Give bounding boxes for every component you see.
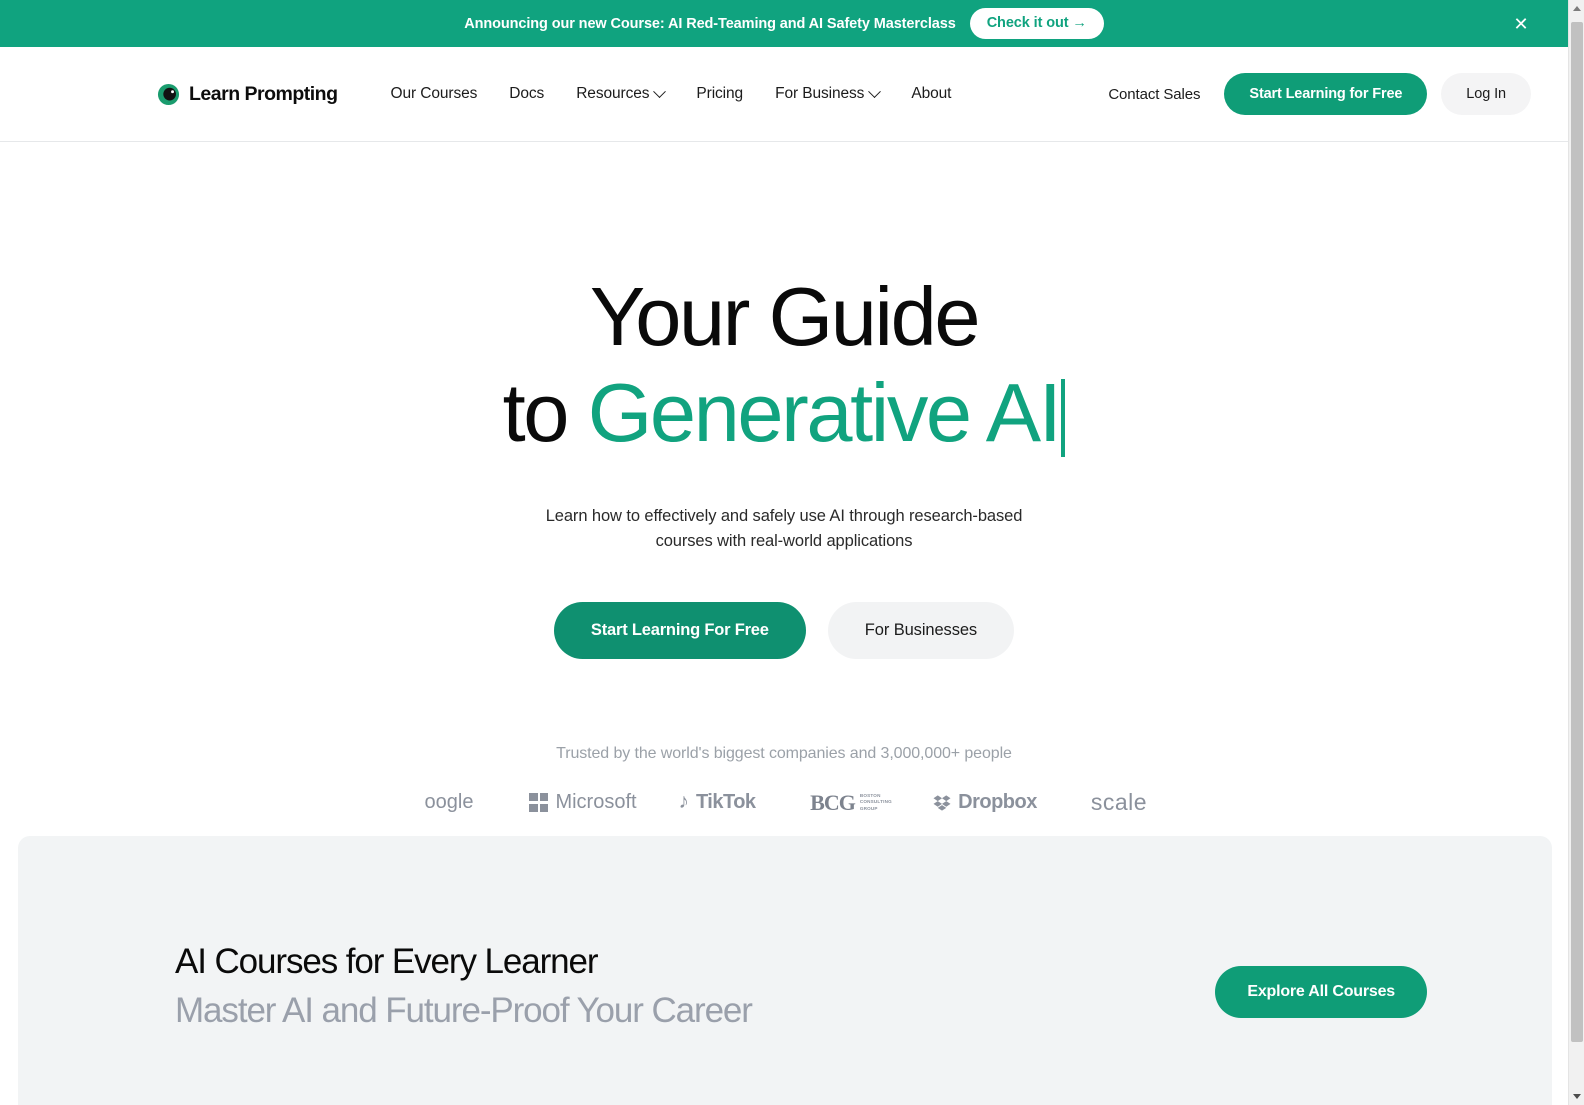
chevron-down-icon <box>653 84 667 98</box>
nav-item-resources[interactable]: Resources <box>560 77 680 111</box>
announcement-banner: Announcing our new Course: AI Red-Teamin… <box>0 0 1568 47</box>
close-icon[interactable]: ✕ <box>1510 13 1532 35</box>
announcement-cta-button[interactable]: Check it out → <box>969 8 1104 39</box>
browser-viewport: Announcing our new Course: AI Red-Teamin… <box>0 0 1584 1105</box>
scroll-down-icon[interactable] <box>1569 1088 1584 1105</box>
scrollbar-thumb[interactable] <box>1571 22 1583 1042</box>
courses-title: AI Courses for Every Learner <box>175 942 599 981</box>
microsoft-squares-icon <box>529 793 549 812</box>
bcg-logo-subtext: BOSTON CONSULTING GROUP <box>860 793 892 813</box>
bcg-lockup: BCG BOSTON CONSULTING GROUP <box>810 790 892 816</box>
nav-label: Docs <box>509 85 545 102</box>
courses-heading-group: AI Courses for Every Learner Master AI a… <box>175 942 1275 1032</box>
courses-subtitle: Master AI and Future-Proof Your Career <box>175 991 753 1031</box>
page-title: Your Guide to Generative AI <box>0 275 1568 457</box>
nav-item-about[interactable]: About <box>895 77 967 111</box>
tiktok-logo-text: TikTok <box>695 791 756 813</box>
hero-title-accent: Generative AI <box>587 366 1062 459</box>
microsoft-logo: Microsoft <box>516 785 650 821</box>
scale-logo: scale <box>1052 785 1186 821</box>
brand-logo-link[interactable]: Learn Prompting <box>157 83 338 106</box>
announcement-text: Announcing our new Course: AI Red-Teamin… <box>464 15 956 32</box>
hero-subtitle: Learn how to effectively and safely use … <box>0 504 1568 554</box>
dropbox-logo-text: Dropbox <box>958 791 1037 813</box>
brand-name: Learn Prompting <box>189 82 338 105</box>
hero-for-businesses-button[interactable]: For Businesses <box>827 601 1015 659</box>
bcg-sub-line-3: GROUP <box>859 805 878 811</box>
google-logo-text: oogle <box>424 791 474 813</box>
tiktok-logo: ♪ TikTok <box>650 785 784 821</box>
trusted-by-section: Trusted by the world's biggest companies… <box>0 745 1568 821</box>
dropbox-logo: Dropbox <box>918 785 1052 821</box>
hero-title-line-2: to Generative AI <box>0 371 1568 457</box>
bcg-logo: BCG BOSTON CONSULTING GROUP <box>784 785 918 821</box>
page-scrollbar[interactable] <box>1568 0 1584 1105</box>
google-logo: oogle <box>382 785 516 821</box>
contact-sales-link[interactable]: Contact Sales <box>1098 78 1210 111</box>
bcg-sub-line-2: CONSULTING <box>859 799 892 805</box>
login-button[interactable]: Log In <box>1441 73 1531 115</box>
learn-prompting-logo-icon <box>157 83 180 106</box>
primary-nav: Our Courses Docs Resources Pricing For B… <box>375 77 968 111</box>
scroll-up-icon[interactable] <box>1569 0 1584 17</box>
chevron-down-icon <box>868 84 882 98</box>
typing-caret <box>1061 379 1066 457</box>
page-content: Announcing our new Course: AI Red-Teamin… <box>0 0 1568 1105</box>
dropbox-box-icon <box>933 795 951 811</box>
nav-label: Resources <box>576 85 650 102</box>
hero-start-learning-button[interactable]: Start Learning For Free <box>553 601 806 659</box>
bcg-logo-text: BCG <box>810 789 856 815</box>
hero-title-prefix: to <box>502 366 588 459</box>
hero-subtitle-line-2: courses with real-world applications <box>655 531 913 550</box>
hero-section: Your Guide to Generative AI Learn how to… <box>0 142 1568 821</box>
microsoft-logo-text: Microsoft <box>555 791 637 813</box>
site-header: Learn Prompting Our Courses Docs Resourc… <box>0 47 1568 142</box>
trusted-by-label: Trusted by the world's biggest companies… <box>556 744 1012 762</box>
logo-marquee: oogle Microsoft ♪ TikTok BCG BOSTON CONS… <box>0 785 1568 821</box>
tiktok-note-icon: ♪ <box>678 789 689 813</box>
explore-all-courses-button[interactable]: Explore All Courses <box>1215 966 1427 1018</box>
nav-item-for-business[interactable]: For Business <box>759 77 895 111</box>
nav-item-pricing[interactable]: Pricing <box>680 77 759 111</box>
hero-title-line-1: Your Guide <box>589 270 981 363</box>
scale-logo-text: scale <box>1090 789 1148 815</box>
header-start-learning-button[interactable]: Start Learning for Free <box>1224 73 1428 115</box>
nav-label: Our Courses <box>390 85 478 102</box>
header-actions: Contact Sales Start Learning for Free Lo… <box>1098 73 1531 115</box>
nav-item-our-courses[interactable]: Our Courses <box>375 77 494 111</box>
nav-label: Pricing <box>696 85 744 102</box>
courses-section: AI Courses for Every Learner Master AI a… <box>18 836 1552 1105</box>
nav-label: For Business <box>775 85 865 102</box>
hero-subtitle-line-1: Learn how to effectively and safely use … <box>545 507 1023 525</box>
nav-item-docs[interactable]: Docs <box>493 77 560 111</box>
hero-cta-group: Start Learning For Free For Businesses <box>0 601 1568 659</box>
bcg-sub-line-1: BOSTON <box>859 792 881 798</box>
nav-label: About <box>911 85 952 102</box>
